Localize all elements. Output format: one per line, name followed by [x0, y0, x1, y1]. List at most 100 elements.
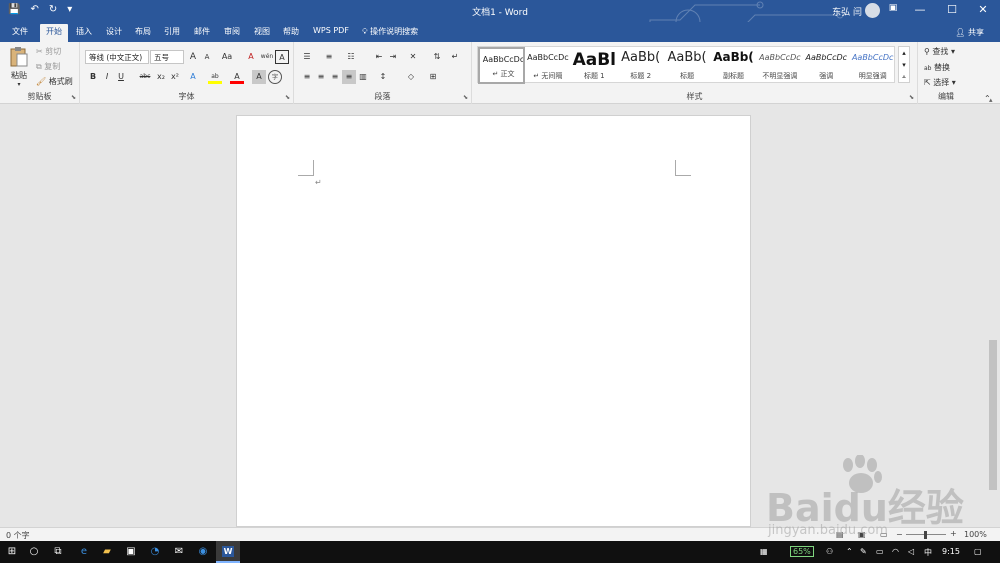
- style-item[interactable]: AaBbCcDc 明显强调: [849, 47, 896, 84]
- underline-button[interactable]: U: [114, 70, 128, 84]
- battery-icon[interactable]: ▭: [876, 547, 884, 556]
- font-name-combo[interactable]: 等线 (中文正文): [85, 50, 149, 64]
- multilevel-list-icon[interactable]: ☷: [344, 50, 358, 64]
- replace-button[interactable]: ab 替换: [924, 62, 950, 73]
- people-icon[interactable]: ⚇: [826, 547, 833, 556]
- shrink-font-button[interactable]: A: [200, 50, 214, 64]
- font-launcher-icon[interactable]: ⬊: [285, 94, 290, 101]
- copy-button[interactable]: ⧉ 复制: [36, 61, 60, 72]
- windows-start-icon[interactable]: ⊞: [6, 546, 18, 558]
- cut-button[interactable]: ✂ 剪切: [36, 46, 61, 57]
- numbering-icon[interactable]: ≡: [322, 50, 336, 64]
- notification-icon[interactable]: ▢: [974, 547, 982, 556]
- style-item[interactable]: AaBbCcDc 强调: [803, 47, 850, 84]
- strikethrough-button[interactable]: abc: [137, 70, 153, 84]
- align-left-icon[interactable]: ≡: [300, 70, 314, 84]
- avatar[interactable]: [865, 3, 880, 18]
- tab-file[interactable]: 文件: [12, 26, 28, 37]
- cortana-icon[interactable]: ○: [28, 546, 40, 558]
- mail-icon[interactable]: ✉: [173, 546, 185, 558]
- enclose-characters-button[interactable]: 字: [268, 70, 282, 84]
- tab-insert[interactable]: 插入: [76, 26, 92, 37]
- justify-icon[interactable]: ≡: [342, 70, 356, 84]
- italic-button[interactable]: I: [100, 70, 114, 84]
- chinese-layout-icon[interactable]: ✕: [406, 50, 420, 64]
- select-button[interactable]: ⇱ 选择 ▾: [924, 77, 956, 88]
- font-size-combo[interactable]: 五号: [150, 50, 184, 64]
- sort-icon[interactable]: ⇅: [430, 50, 444, 64]
- minimize-button[interactable]: —: [911, 3, 929, 16]
- tab-view[interactable]: 视图: [254, 26, 270, 37]
- style-item[interactable]: AaBb(标题 2: [617, 47, 664, 84]
- paste-button[interactable]: 粘贴 ▾: [8, 46, 30, 88]
- store-icon[interactable]: ▣: [125, 546, 137, 558]
- tab-references[interactable]: 引用: [164, 26, 180, 37]
- browser-icon[interactable]: ◉: [197, 546, 209, 558]
- change-case-button[interactable]: Aa: [218, 50, 236, 64]
- shading-icon[interactable]: ◇: [404, 70, 418, 84]
- scroll-up-icon[interactable]: ▴: [989, 96, 993, 104]
- paste-dropdown-icon[interactable]: ▾: [8, 81, 30, 88]
- tell-me-search[interactable]: 💡︎ 操作说明搜索: [362, 26, 418, 37]
- superscript-button[interactable]: x²: [168, 70, 182, 84]
- borders-icon[interactable]: ⊞: [426, 70, 440, 84]
- align-center-icon[interactable]: ≡: [314, 70, 328, 84]
- tab-review[interactable]: 审阅: [224, 26, 240, 37]
- character-border-button[interactable]: A: [275, 50, 289, 64]
- tab-design[interactable]: 设计: [106, 26, 122, 37]
- word-taskbar-button[interactable]: W: [216, 541, 240, 563]
- paragraph-launcher-icon[interactable]: ⬊: [463, 94, 468, 101]
- ribbon-display-options-icon[interactable]: ▣: [884, 3, 902, 13]
- show-hidden-icons[interactable]: ⌃: [846, 547, 853, 556]
- find-button[interactable]: ⚲ 查找 ▾: [924, 46, 955, 57]
- highlight-color-button[interactable]: ab: [208, 70, 222, 84]
- bold-button[interactable]: B: [86, 70, 100, 84]
- tab-layout[interactable]: 布局: [135, 26, 151, 37]
- maximize-button[interactable]: ☐: [943, 3, 961, 16]
- calculator-tray-icon[interactable]: ▦: [760, 547, 768, 556]
- distributed-icon[interactable]: ▥: [356, 70, 370, 84]
- style-item[interactable]: AaBbCcDc 不明显强调: [756, 47, 803, 84]
- file-explorer-icon[interactable]: ▰: [101, 546, 113, 558]
- phonetic-guide-button[interactable]: wén: [260, 50, 274, 64]
- user-name[interactable]: 东弘 闫: [832, 5, 862, 18]
- style-item[interactable]: AaBb(标题: [664, 47, 711, 84]
- style-item[interactable]: AaBbCcDc ↵ 无间隔: [524, 47, 571, 84]
- style-item[interactable]: AaBbCcDc ↵ 正文: [478, 47, 525, 84]
- clipboard-launcher-icon[interactable]: ⬊: [71, 94, 76, 101]
- style-item[interactable]: AaBb(副标题: [710, 47, 757, 84]
- increase-indent-icon[interactable]: ⇥: [386, 50, 400, 64]
- subscript-button[interactable]: x₂: [154, 70, 168, 84]
- paragraph-mark[interactable]: ↵: [315, 178, 322, 187]
- format-painter-button[interactable]: 🖌︎ 格式刷: [36, 76, 73, 87]
- share-button[interactable]: 👤︎ 共享: [955, 27, 984, 38]
- line-spacing-icon[interactable]: ↕: [376, 70, 390, 84]
- clock-app-icon[interactable]: ◔: [149, 546, 161, 558]
- pen-icon[interactable]: ✎: [860, 547, 867, 556]
- show-hide-marks-icon[interactable]: ↵: [448, 50, 462, 64]
- grow-font-button[interactable]: A: [186, 50, 200, 64]
- input-method[interactable]: 中: [924, 547, 932, 558]
- clock[interactable]: 9:15: [942, 547, 960, 556]
- decrease-indent-icon[interactable]: ⇤: [372, 50, 386, 64]
- tab-home[interactable]: 开始: [40, 24, 68, 43]
- font-color-button[interactable]: A: [230, 70, 244, 84]
- volume-icon[interactable]: ◁: [908, 547, 914, 556]
- battery-indicator[interactable]: 65%: [790, 546, 814, 557]
- clear-formatting-button[interactable]: A: [244, 50, 258, 64]
- tab-mailings[interactable]: 邮件: [194, 26, 210, 37]
- close-button[interactable]: ✕: [974, 3, 992, 16]
- task-view-icon[interactable]: ⧉: [52, 546, 64, 558]
- word-count[interactable]: 0 个字: [6, 530, 30, 541]
- style-item[interactable]: AaBl 标题 1: [571, 47, 618, 84]
- tab-wps-pdf[interactable]: WPS PDF: [313, 26, 349, 35]
- styles-gallery-scroll[interactable]: ▴ ▾ ⩡: [898, 46, 910, 83]
- document-page[interactable]: ↵: [236, 115, 751, 527]
- edge-icon[interactable]: e: [78, 546, 90, 558]
- bullets-icon[interactable]: ☰: [300, 50, 314, 64]
- text-effects-button[interactable]: A: [186, 70, 200, 84]
- tab-help[interactable]: 帮助: [283, 26, 299, 37]
- wifi-icon[interactable]: ◠: [892, 547, 899, 556]
- align-right-icon[interactable]: ≡: [328, 70, 342, 84]
- styles-launcher-icon[interactable]: ⬊: [909, 94, 914, 101]
